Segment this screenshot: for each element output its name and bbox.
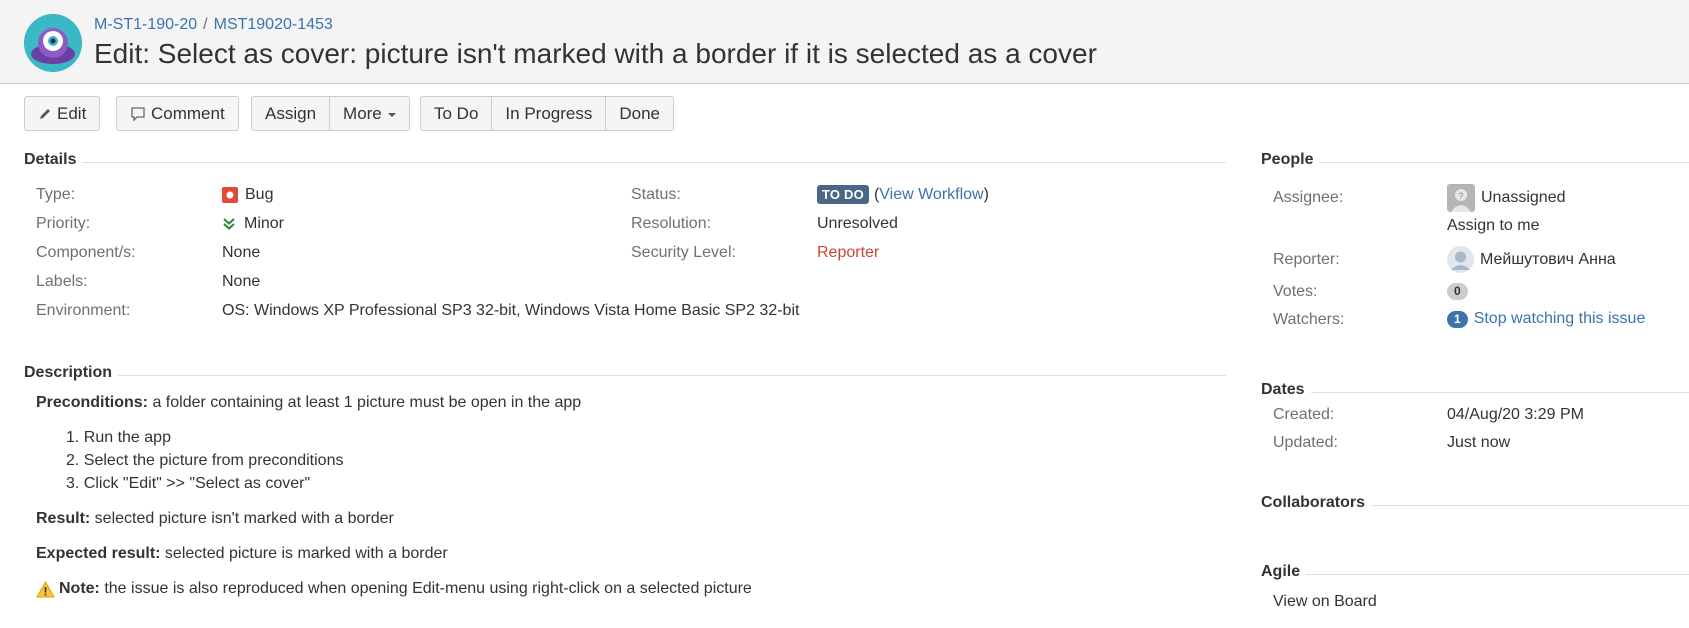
reporter-value-text: Мейшутович Анна [1480, 250, 1616, 268]
type-value: Bug [222, 186, 273, 204]
assignee-label: Assignee: [1273, 189, 1344, 206]
created-label: Created: [1273, 406, 1335, 423]
security-value[interactable]: Reporter [817, 244, 879, 262]
expected-result-line: Expected result: selected picture is mar… [36, 545, 448, 563]
more-button-label: More [343, 103, 382, 123]
dates-divider [1261, 392, 1689, 393]
priority-value: Minor [222, 215, 284, 233]
votes-badge: 0 [1447, 283, 1468, 300]
comment-group: Comment [116, 96, 239, 131]
expected-text: selected picture is marked with a border [160, 545, 448, 562]
step-3: 3. Click "Edit" >> "Select as cover" [66, 475, 311, 492]
details-divider [24, 162, 1226, 163]
environment-value[interactable]: OS: Windows XP Professional SP3 32-bit, … [222, 302, 799, 320]
updated-label: Updated: [1273, 434, 1338, 451]
step-1: 1. Run the app [66, 429, 171, 446]
edit-button-label: Edit [57, 103, 87, 123]
done-button[interactable]: Done [605, 96, 674, 131]
project-avatar-icon[interactable] [24, 14, 82, 72]
workflow-group: To Do In Progress Done [420, 96, 674, 131]
labels-value[interactable]: None [222, 273, 260, 291]
people-divider [1261, 162, 1689, 163]
expected-label: Expected result: [36, 545, 161, 562]
labels-label: Labels: [36, 273, 88, 290]
status-lozenge: TO DO [817, 185, 869, 204]
result-text: selected picture isn't marked with a bor… [90, 510, 394, 527]
preconditions-line[interactable]: Preconditions: a folder containing at le… [36, 394, 581, 412]
breadcrumb-separator: / [203, 16, 208, 33]
project-key-link[interactable]: M-ST1-190-20 [94, 16, 197, 33]
preconditions-text: a folder containing at least 1 picture m… [148, 394, 582, 411]
svg-text:?: ? [1458, 191, 1463, 201]
assignee-value: ? Unassigned [1447, 184, 1566, 212]
components-label: Component/s: [36, 244, 136, 261]
edit-button[interactable]: Edit [24, 96, 101, 131]
view-workflow-link[interactable]: View Workflow [879, 186, 983, 204]
in-progress-button[interactable]: In Progress [491, 96, 607, 131]
votes-label: Votes: [1273, 283, 1318, 300]
type-label: Type: [36, 186, 76, 203]
assignee-value-text: Unassigned [1481, 189, 1566, 206]
note-label: Note: [59, 580, 100, 597]
breadcrumb: M-ST1-190-20 / MST19020-1453 [94, 16, 333, 34]
priority-label: Priority: [36, 215, 91, 232]
issue-title[interactable]: Edit: Select as cover: picture isn't mar… [94, 38, 1097, 70]
reporter-avatar-icon [1447, 246, 1474, 273]
reporter-value[interactable]: Мейшутович Анна [1447, 246, 1616, 273]
assign-button[interactable]: Assign [251, 96, 331, 131]
details-heading[interactable]: Details [24, 151, 83, 169]
status-label: Status: [631, 186, 681, 203]
watchers-value[interactable]: 1 Stop watching this issue [1447, 310, 1645, 328]
description-divider [24, 375, 1226, 376]
watchers-badge: 1 [1447, 310, 1468, 328]
paren-close: ) [983, 185, 989, 203]
reporter-label: Reporter: [1273, 251, 1340, 268]
chevron-down-icon [387, 112, 396, 117]
issue-header: M-ST1-190-20 / MST19020-1453 Edit: Select … [0, 0, 1689, 84]
votes-value[interactable]: 0 [1447, 283, 1468, 300]
created-value: 04/Aug/20 3:29 PM [1447, 406, 1584, 423]
resolution-value: Unresolved [817, 215, 898, 232]
assign-more-group: Assign More [251, 96, 410, 131]
resolution-label: Resolution: [631, 215, 712, 232]
stop-watching-link[interactable]: Stop watching this issue [1474, 310, 1646, 328]
warning-icon [36, 580, 55, 598]
agile-heading[interactable]: Agile [1261, 563, 1307, 581]
to-do-button[interactable]: To Do [420, 96, 493, 131]
components-value: None [222, 244, 261, 261]
preconditions-label: Preconditions: [36, 394, 149, 411]
bug-icon [222, 187, 238, 203]
note-text: the issue is also reproduced when openin… [99, 580, 752, 597]
environment-label: Environment: [36, 302, 131, 319]
dates-heading[interactable]: Dates [1261, 381, 1311, 399]
type-value-text: Bug [245, 186, 274, 203]
watchers-label: Watchers: [1273, 311, 1345, 328]
priority-value-text: Minor [244, 215, 285, 232]
agile-divider [1261, 574, 1689, 575]
note-line: Note: the issue is also reproduced when … [36, 580, 752, 598]
updated-value: Just now [1447, 434, 1511, 451]
security-label: Security Level: [631, 244, 736, 261]
pencil-icon [38, 107, 52, 121]
people-heading[interactable]: People [1261, 151, 1320, 169]
step-2: 2. Select the picture from preconditions [66, 452, 344, 469]
result-label: Result: [36, 510, 91, 527]
assign-to-me-link[interactable]: Assign to me [1447, 217, 1539, 235]
priority-minor-icon [222, 217, 236, 231]
collaborators-heading[interactable]: Collaborators [1261, 494, 1372, 512]
comment-button[interactable]: Comment [116, 96, 239, 131]
comment-icon [130, 106, 146, 122]
unassigned-avatar-icon: ? [1447, 184, 1475, 212]
view-on-board-link[interactable]: View on Board [1273, 593, 1377, 611]
status-value: TO DO (View Workflow) [817, 185, 989, 204]
more-button[interactable]: More [329, 96, 410, 131]
edit-group: Edit [24, 96, 101, 131]
description-heading[interactable]: Description [24, 364, 119, 382]
comment-button-label: Comment [151, 103, 225, 123]
result-line: Result: selected picture isn't marked wi… [36, 510, 394, 528]
issue-key-link[interactable]: MST19020-1453 [214, 16, 333, 33]
